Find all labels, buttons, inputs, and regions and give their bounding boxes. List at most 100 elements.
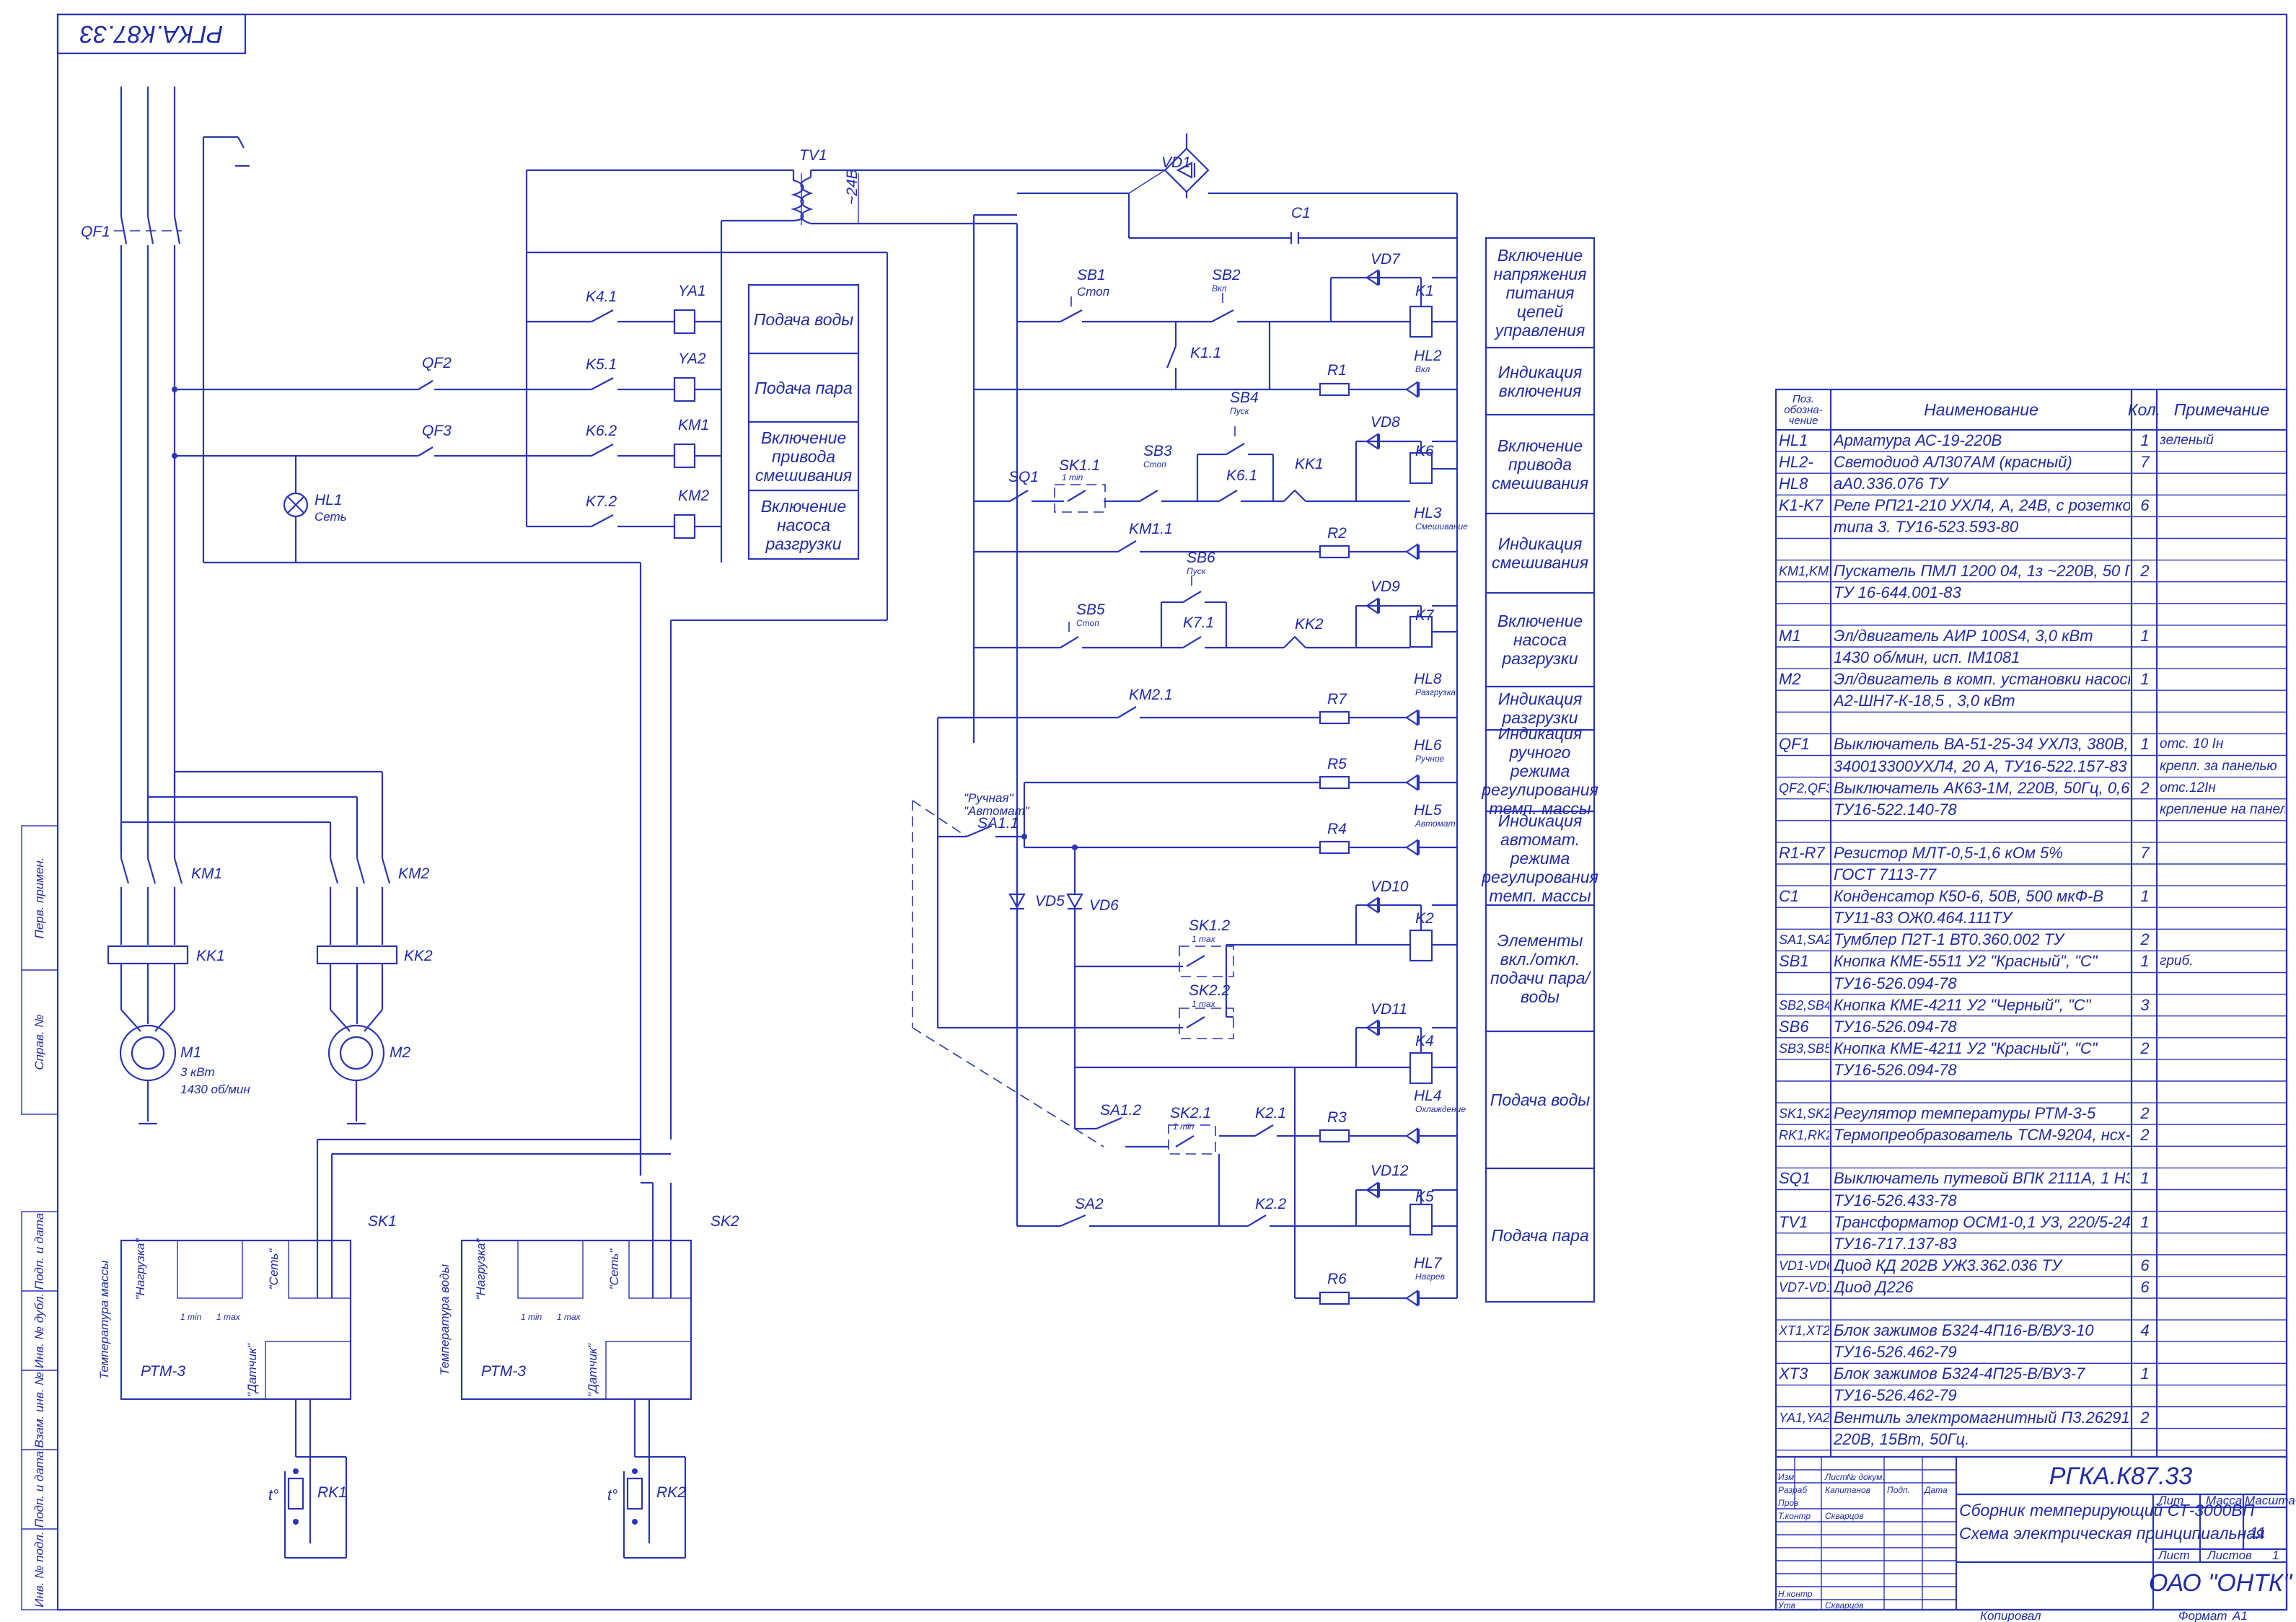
bom-cell: крепл. за панелью — [2160, 758, 2277, 774]
hl2-label: HL2 — [1414, 348, 1442, 364]
sk22-label: SK2.2 — [1189, 982, 1231, 999]
bom-cell: Выключатель АК63-1М, 220В, 50Гц, 0,6 А, — [1834, 778, 2130, 797]
k5-label: K5 — [1415, 1189, 1434, 1205]
sk11-label: SK1.1 — [1059, 457, 1100, 474]
sb1-label: SB1 — [1077, 267, 1106, 283]
row-k72 — [527, 514, 721, 539]
sb2-sub: Вкл — [1212, 283, 1227, 294]
bom-cell: TV1 — [1779, 1212, 1808, 1231]
power-circuit: QF1 KM1 KM2 KK1 KK2 M1 3 кВт 1430 об/мин… — [81, 87, 641, 1125]
bom-cell: зеленый — [2160, 433, 2214, 448]
sb5-sub: Стоп — [1076, 618, 1099, 628]
bom-cell: Тумблер П2Т-1 ВТ0.360.002 ТУ — [1834, 930, 2064, 949]
drawing-sheet: { "stamp": { "code": "РГКА.К87.33", "pro… — [0, 0, 2296, 1622]
k2-label: K2 — [1415, 910, 1434, 927]
bom-cell: Регулятор температуры РТМ-3-5 — [1834, 1104, 2096, 1123]
ya1-label: YA1 — [678, 283, 706, 299]
control-220v: QF2 QF3 HL1 Сеть K4.1 K5.1 K6.2 K7.2 YA1… — [283, 147, 1165, 1226]
kk1-label: KK1 — [196, 948, 225, 964]
bom-cell: 2 — [2140, 930, 2150, 949]
side-label-3: Инв. № дубл. — [32, 1293, 46, 1369]
bom-cell: ТУ16-522.140-78 — [1834, 800, 1957, 819]
bom-cell: HL1 — [1779, 431, 1808, 449]
stamp-role: Н.контр — [1778, 1589, 1813, 1599]
stamp-role: Пров — [1778, 1498, 1798, 1508]
bom-cell: XT3 — [1779, 1365, 1808, 1383]
k51-label: K5.1 — [586, 356, 617, 373]
bom-cell: M2 — [1779, 670, 1801, 689]
bom-cell: 1 — [2140, 1169, 2150, 1188]
bom-cell: Реле РП21-210 УХЛ4, А, 24В, с розеткой — [1834, 496, 2130, 515]
r4-label: R4 — [1327, 821, 1347, 837]
sa2-label: SA2 — [1075, 1196, 1104, 1212]
bom-cell: 3 — [2140, 995, 2150, 1014]
stamp-format-value: А1 — [2232, 1609, 2248, 1622]
qf1-label: QF1 — [81, 224, 110, 240]
bom-cell: Кнопка КМЕ-4211 У2 "Красный", "С" — [1834, 1039, 2098, 1057]
bom-header-1: Наименование — [1924, 400, 2038, 419]
vd6-label: VD6 — [1089, 897, 1119, 914]
hl2-sub: Вкл — [1415, 364, 1430, 374]
bom-cell: 1 — [2140, 735, 2150, 754]
stamp-person: Лист — [1824, 1472, 1847, 1482]
m2-label: M2 — [390, 1044, 410, 1061]
c1-label: C1 — [1291, 205, 1311, 221]
sk1-sensor: "Датчик" — [245, 1343, 259, 1397]
rk2-t: t° — [607, 1487, 617, 1504]
bom-cell: 6 — [2140, 1256, 2150, 1274]
sk21-label: SK2.1 — [1170, 1105, 1211, 1121]
stamp-company: ОАО "ОНТК" — [2149, 1569, 2293, 1597]
sk12-sub: 1 max — [1192, 934, 1216, 944]
kk1-contact-label: KK1 — [1295, 456, 1324, 472]
bom-cell: Светодиод АЛ307АМ (красный) — [1834, 453, 2072, 472]
sk2-sensor: "Датчик" — [586, 1343, 599, 1397]
km21-label: KM2.1 — [1129, 687, 1173, 703]
top-code: РГКА.К87.33 — [80, 20, 224, 48]
k22-label: K2.2 — [1255, 1196, 1287, 1212]
hl8-sub: Разгрузка — [1415, 687, 1456, 697]
sb5-label: SB5 — [1076, 601, 1105, 618]
r7-label: R7 — [1327, 691, 1347, 708]
sk1-tmin: 1 min — [180, 1312, 202, 1322]
bom-cell: 1 — [2140, 952, 2150, 971]
sa12-label: SA1.2 — [1100, 1102, 1142, 1119]
bom-cell: Вентиль электромагнитный П3.26291-015М — [1834, 1408, 2130, 1427]
hl8-label: HL8 — [1414, 671, 1442, 687]
bom-cell: 220В, 15Вт, 50Гц. — [1834, 1429, 1970, 1448]
bom-cell: Выключатель путевой ВПК 2111А, 1 НЗ, 1 Н… — [1834, 1169, 2130, 1188]
sk1-load: "Нагрузка" — [133, 1238, 147, 1300]
k21-label: K2.1 — [1255, 1105, 1286, 1121]
bom-cell: ТУ 16-644.001-83 — [1834, 583, 1961, 601]
sk1-net: "Сеть" — [267, 1248, 281, 1290]
bom-cell: отс. 10 Iн — [2160, 736, 2224, 752]
sb2-label: SB2 — [1212, 267, 1241, 283]
motor-m2 — [327, 1024, 385, 1082]
bom-cell: 1 — [2140, 431, 2150, 449]
sa11-label: SA1.1 — [977, 815, 1019, 832]
bom-cell: SB3,SB5 — [1779, 1041, 1829, 1056]
rk2-label: RK2 — [656, 1484, 686, 1501]
right-block-4: Включение насоса разгрузки — [1497, 612, 1583, 668]
sk22-sub: 1 max — [1192, 999, 1216, 1009]
qf2-label: QF2 — [422, 355, 452, 371]
right-block-9: Подача воды — [1490, 1090, 1591, 1109]
right-block-0: Включение напряжения питания цепей управ… — [1493, 246, 1587, 340]
left-block-0: Подача воды — [753, 309, 854, 329]
bom-cell: SB1 — [1779, 952, 1809, 971]
sk21-sub: 1 min — [1173, 1121, 1195, 1132]
stamp-scale: Масштаб — [2245, 1494, 2296, 1507]
bom-cell: Трансформатор ОСМ1-0,1 У3, 220/5-24 — [1834, 1212, 2130, 1231]
bom-header-0: Поз. обозна-чение — [1784, 392, 1823, 427]
vd12-label: VD12 — [1371, 1163, 1409, 1179]
bom-cell: RK1,RK2 — [1779, 1128, 1829, 1143]
m1-power: 3 кВт — [180, 1065, 215, 1079]
stamp-role: Утв — [1777, 1600, 1795, 1610]
right-block-1: Индикация включения — [1497, 362, 1583, 400]
sb3-sub: Стоп — [1143, 459, 1166, 470]
k1-label: K1 — [1415, 283, 1434, 299]
bom-header-3: Примечание — [2173, 400, 2270, 419]
bom-cell: 340013300УХЛ4, 20 А, ТУ16-522.157-83 — [1834, 757, 2127, 775]
bom-cell: ТУ16-526.094-78 — [1834, 974, 1957, 992]
sb4-sub: Пуск — [1230, 406, 1250, 416]
km2-power-label: KM2 — [398, 865, 430, 882]
